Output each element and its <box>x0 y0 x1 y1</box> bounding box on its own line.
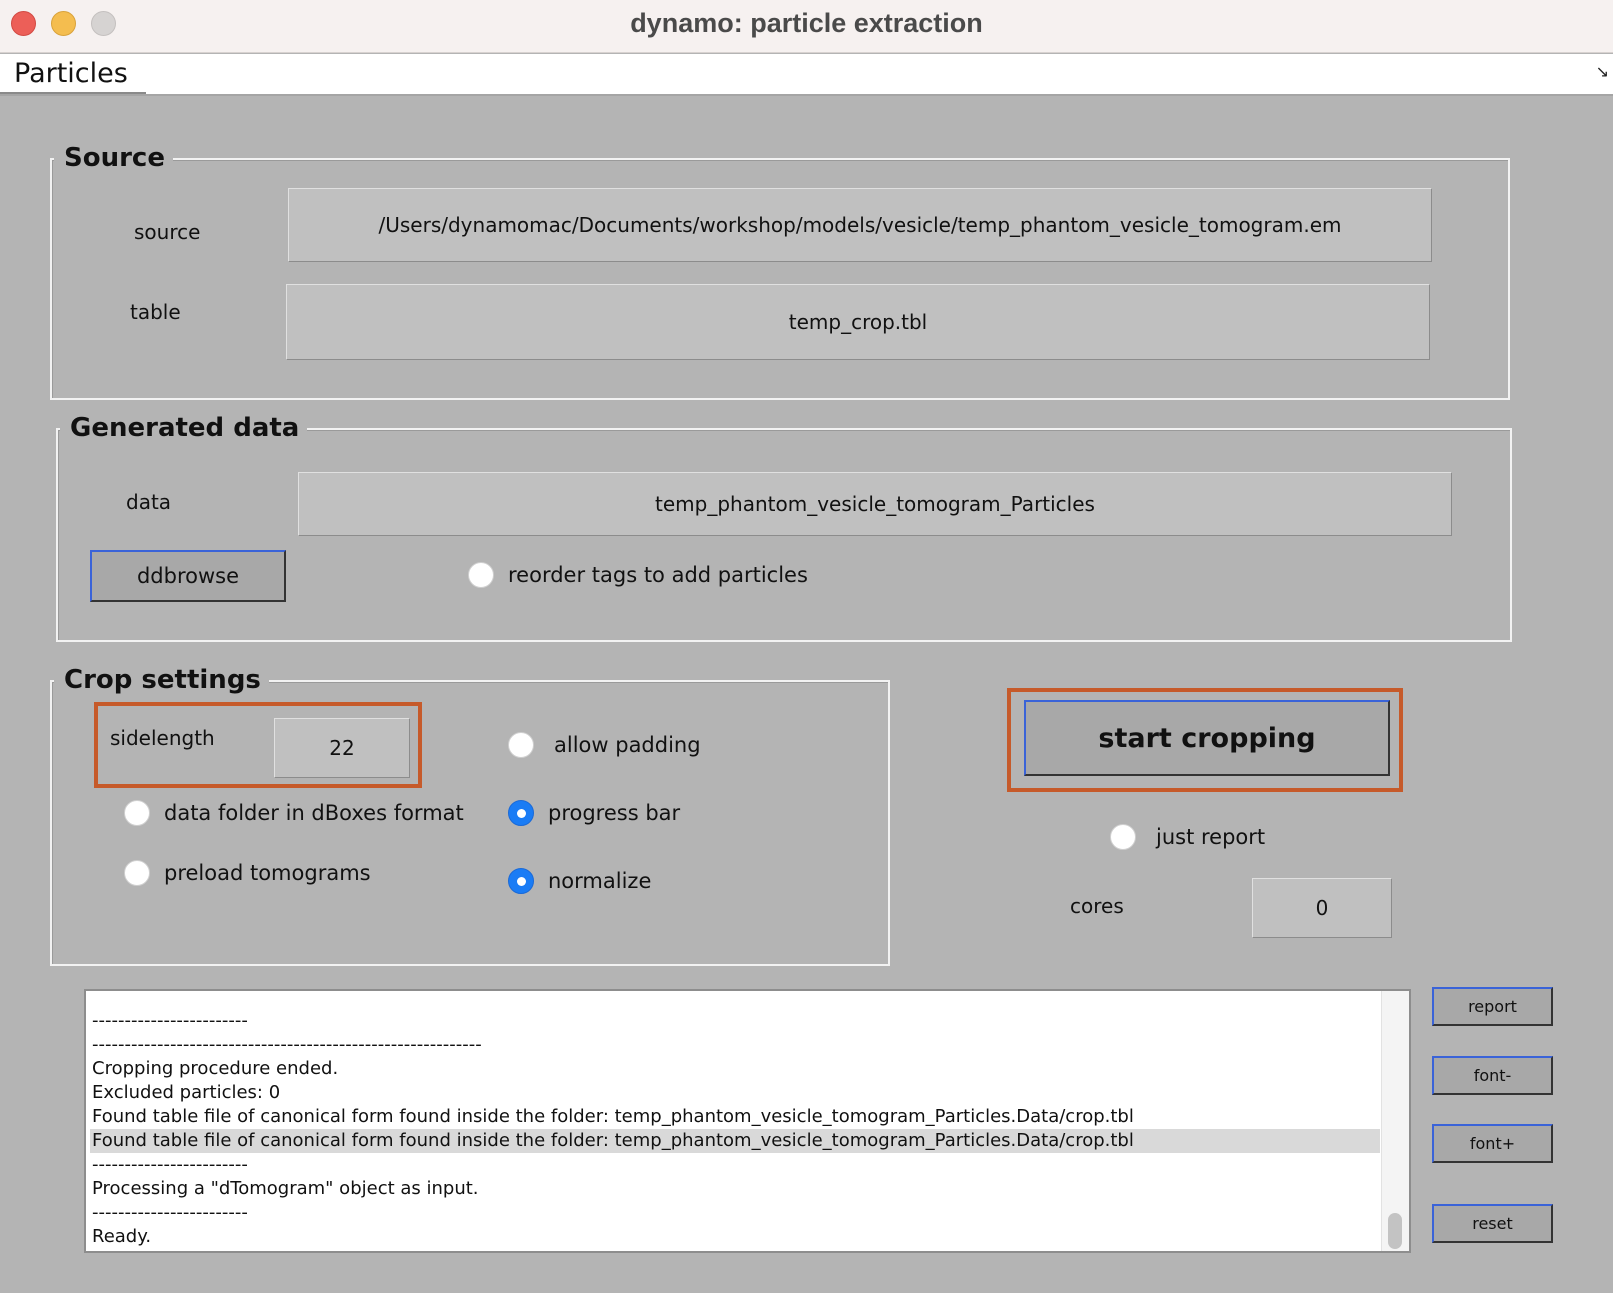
cores-field[interactable]: 0 <box>1252 878 1392 938</box>
crop-settings-panel: Crop settings sidelength 22 allow paddin… <box>50 665 890 966</box>
just-report-label: just report <box>1156 825 1266 849</box>
log-scrollbar-thumb[interactable] <box>1388 1213 1402 1249</box>
log-output[interactable]: ------------------------ ----------------… <box>84 989 1411 1253</box>
log-scrollbar[interactable] <box>1381 991 1409 1251</box>
preload-tomograms-radio[interactable] <box>124 860 150 886</box>
log-line: ------------------------ <box>92 1010 248 1031</box>
source-panel: Source source /Users/dynamomac/Documents… <box>50 143 1510 400</box>
sidelength-label: sidelength <box>110 726 215 750</box>
sidelength-field[interactable]: 22 <box>274 718 410 778</box>
progress-bar-label: progress bar <box>548 801 681 825</box>
preload-tomograms-option[interactable]: preload tomograms <box>124 860 371 886</box>
normalize-radio[interactable] <box>508 868 534 894</box>
menu-item-underline <box>0 92 146 94</box>
data-field[interactable]: temp_phantom_vesicle_tomogram_Particles <box>298 472 1452 536</box>
reorder-tags-label: reorder tags to add particles <box>508 563 808 587</box>
source-panel-title: Source <box>54 143 173 173</box>
preload-tomograms-label: preload tomograms <box>164 861 371 885</box>
log-line: Ready. <box>92 1226 152 1247</box>
menu-item-particles[interactable]: Particles <box>14 58 128 89</box>
source-field[interactable]: /Users/dynamomac/Documents/workshop/mode… <box>288 188 1432 262</box>
progress-bar-radio[interactable] <box>508 800 534 826</box>
log-line: Found table file of canonical form found… <box>92 1106 1134 1127</box>
log-line: Found table file of canonical form found… <box>90 1129 1380 1153</box>
source-label: source <box>134 220 201 244</box>
reorder-tags-option[interactable]: reorder tags to add particles <box>468 562 808 588</box>
window-title: dynamo: particle extraction <box>630 8 983 38</box>
reorder-tags-radio[interactable] <box>468 562 494 588</box>
allow-padding-option[interactable]: allow padding <box>508 732 701 758</box>
generated-data-panel: Generated data data temp_phantom_vesicle… <box>56 413 1512 642</box>
generated-data-panel-title: Generated data <box>60 413 308 443</box>
font-minus-button[interactable]: font- <box>1432 1056 1553 1095</box>
dboxes-format-radio[interactable] <box>124 800 150 826</box>
log-lines: ------------------------ ----------------… <box>90 1009 1380 1249</box>
log-line: Excluded particles: 0 <box>92 1082 281 1103</box>
normalize-option[interactable]: normalize <box>508 868 651 894</box>
normalize-label: normalize <box>548 869 652 893</box>
data-label: data <box>126 490 172 514</box>
report-button[interactable]: report <box>1432 987 1553 1026</box>
title-bar: dynamo: particle extraction <box>0 0 1613 53</box>
log-line: ------------------------ <box>92 1202 248 1223</box>
menu-bar: Particles ↘ <box>0 54 1613 96</box>
log-line: ------------------------ <box>92 1154 248 1175</box>
just-report-option[interactable]: just report <box>1110 824 1265 850</box>
allow-padding-radio[interactable] <box>508 732 534 758</box>
log-line: Processing a "dTomogram" object as input… <box>92 1178 479 1199</box>
log-line: Cropping procedure ended. <box>92 1058 339 1079</box>
table-field[interactable]: temp_crop.tbl <box>286 284 1430 360</box>
dboxes-format-label: data folder in dBoxes format <box>164 801 464 825</box>
table-label: table <box>130 300 181 324</box>
ddbrowse-button[interactable]: ddbrowse <box>90 550 286 602</box>
log-line: ----------------------------------------… <box>92 1034 482 1055</box>
start-cropping-button[interactable]: start cropping <box>1024 700 1390 776</box>
cores-label: cores <box>1070 894 1124 918</box>
dboxes-format-option[interactable]: data folder in dBoxes format <box>124 800 464 826</box>
crop-settings-panel-title: Crop settings <box>54 665 269 695</box>
just-report-radio[interactable] <box>1110 824 1136 850</box>
corner-arrow-icon[interactable]: ↘ <box>1596 62 1609 81</box>
reset-button[interactable]: reset <box>1432 1204 1553 1243</box>
progress-bar-option[interactable]: progress bar <box>508 800 680 826</box>
font-plus-button[interactable]: font+ <box>1432 1124 1553 1163</box>
allow-padding-label: allow padding <box>554 733 701 757</box>
